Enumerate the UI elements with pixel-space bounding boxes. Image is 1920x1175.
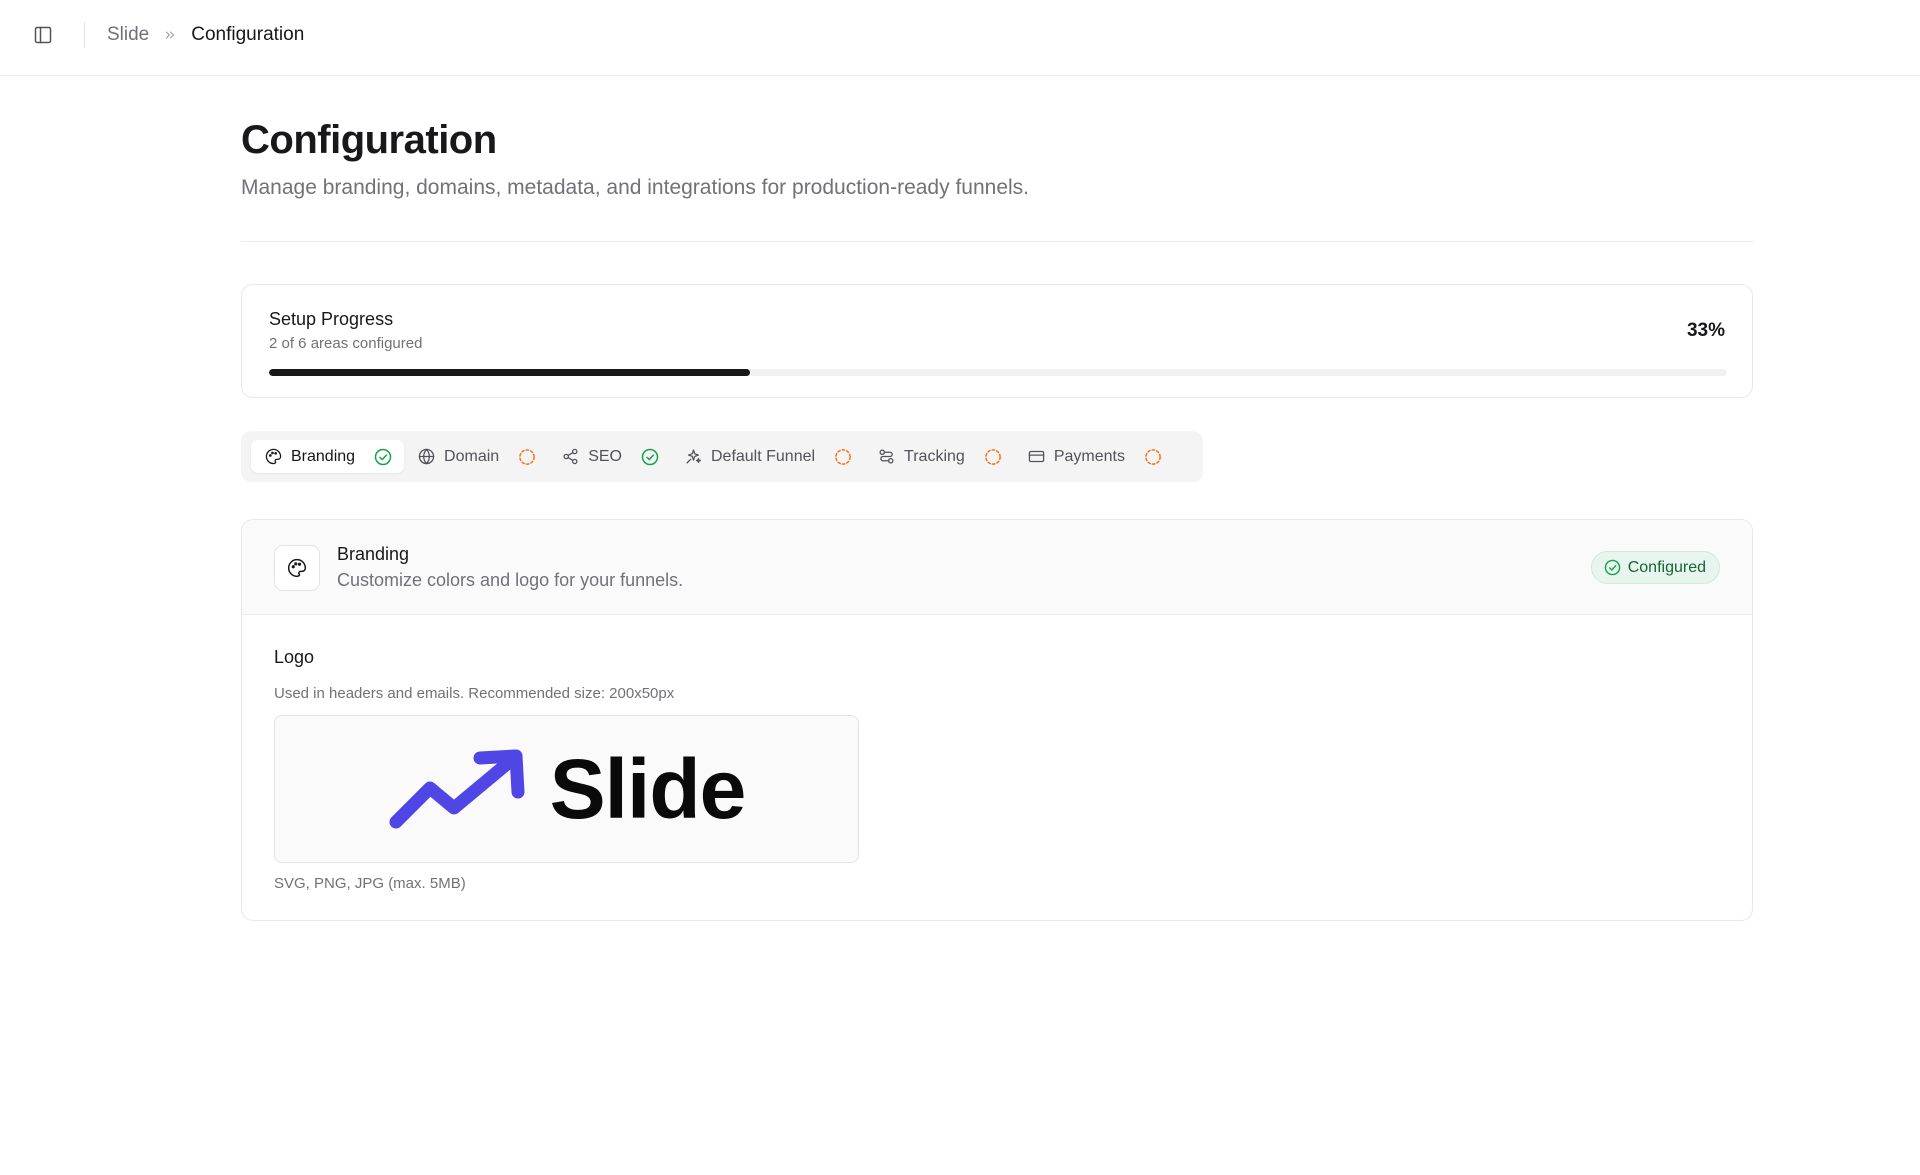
topbar-divider bbox=[84, 22, 85, 48]
progress-title: Setup Progress bbox=[269, 309, 394, 329]
breadcrumb-current: Configuration bbox=[191, 24, 305, 45]
tab-domain[interactable]: Domain bbox=[404, 440, 548, 473]
pending-circle-icon bbox=[984, 448, 1002, 466]
breadcrumb: Slide Configuration bbox=[107, 22, 304, 48]
breadcrumb-app-link[interactable]: Slide bbox=[107, 24, 149, 46]
progress-bar-fill bbox=[269, 369, 751, 376]
logo-formats-text: SVG, PNG, JPG (max. 5MB) bbox=[274, 875, 466, 892]
branding-card-header: Branding Customize colors and logo for y… bbox=[242, 520, 1752, 615]
tab-tracking[interactable]: Tracking bbox=[864, 440, 1014, 473]
pending-circle-icon bbox=[1144, 448, 1162, 466]
pending-circle-icon bbox=[518, 448, 536, 466]
palette-icon bbox=[274, 545, 320, 591]
setup-progress-card: Setup Progress 2 of 6 areas configured 3… bbox=[241, 284, 1753, 398]
config-tabs: Branding Domain SEO Default Funnel Track… bbox=[241, 431, 1203, 482]
tab-default-funnel[interactable]: Default Funnel bbox=[671, 440, 864, 473]
tab-label: Default Funnel bbox=[710, 447, 816, 465]
tab-seo[interactable]: SEO bbox=[548, 440, 671, 473]
route-icon bbox=[878, 448, 895, 465]
trending-up-arrow-icon bbox=[388, 748, 528, 830]
logo-label: Logo bbox=[274, 647, 315, 667]
tab-label: Payments bbox=[1053, 447, 1125, 465]
share-icon bbox=[562, 448, 579, 465]
globe-icon bbox=[418, 448, 435, 465]
logo-upload-dropzone[interactable]: Slide bbox=[274, 715, 859, 863]
logo-preview: Slide bbox=[388, 747, 746, 831]
status-badge: Configured bbox=[1590, 551, 1720, 584]
page-subtitle: Manage branding, domains, metadata, and … bbox=[241, 176, 1029, 199]
branding-description: Customize colors and logo for your funne… bbox=[337, 570, 684, 590]
status-badge-label: Configured bbox=[1627, 558, 1706, 576]
branding-card: Branding Customize colors and logo for y… bbox=[241, 519, 1753, 921]
tab-payments[interactable]: Payments bbox=[1014, 440, 1174, 473]
tab-branding[interactable]: Branding bbox=[251, 440, 405, 473]
progress-percent: 33% bbox=[1686, 320, 1725, 341]
sparkles-icon bbox=[685, 448, 702, 465]
progress-bar bbox=[269, 369, 1727, 376]
tab-label: SEO bbox=[588, 447, 622, 465]
tab-label: Domain bbox=[444, 447, 500, 465]
logo-wordmark: Slide bbox=[549, 742, 747, 836]
sidebar-toggle-icon[interactable] bbox=[30, 22, 56, 48]
logo-help-text: Used in headers and emails. Recommended … bbox=[274, 685, 675, 702]
credit-card-icon bbox=[1028, 448, 1045, 465]
tab-label: Branding bbox=[291, 447, 356, 465]
header-divider bbox=[241, 241, 1753, 242]
tab-label: Tracking bbox=[904, 447, 965, 465]
palette-icon bbox=[265, 448, 282, 465]
check-circle-icon bbox=[374, 448, 392, 466]
pending-circle-icon bbox=[834, 448, 852, 466]
check-circle-icon bbox=[641, 448, 659, 466]
top-bar: Slide Configuration bbox=[0, 0, 1920, 76]
page-title: Configuration bbox=[241, 118, 497, 162]
branding-title: Branding bbox=[337, 544, 410, 564]
chevrons-right-icon bbox=[163, 28, 177, 42]
check-circle-icon bbox=[1604, 559, 1621, 576]
progress-subtitle: 2 of 6 areas configured bbox=[269, 335, 423, 352]
